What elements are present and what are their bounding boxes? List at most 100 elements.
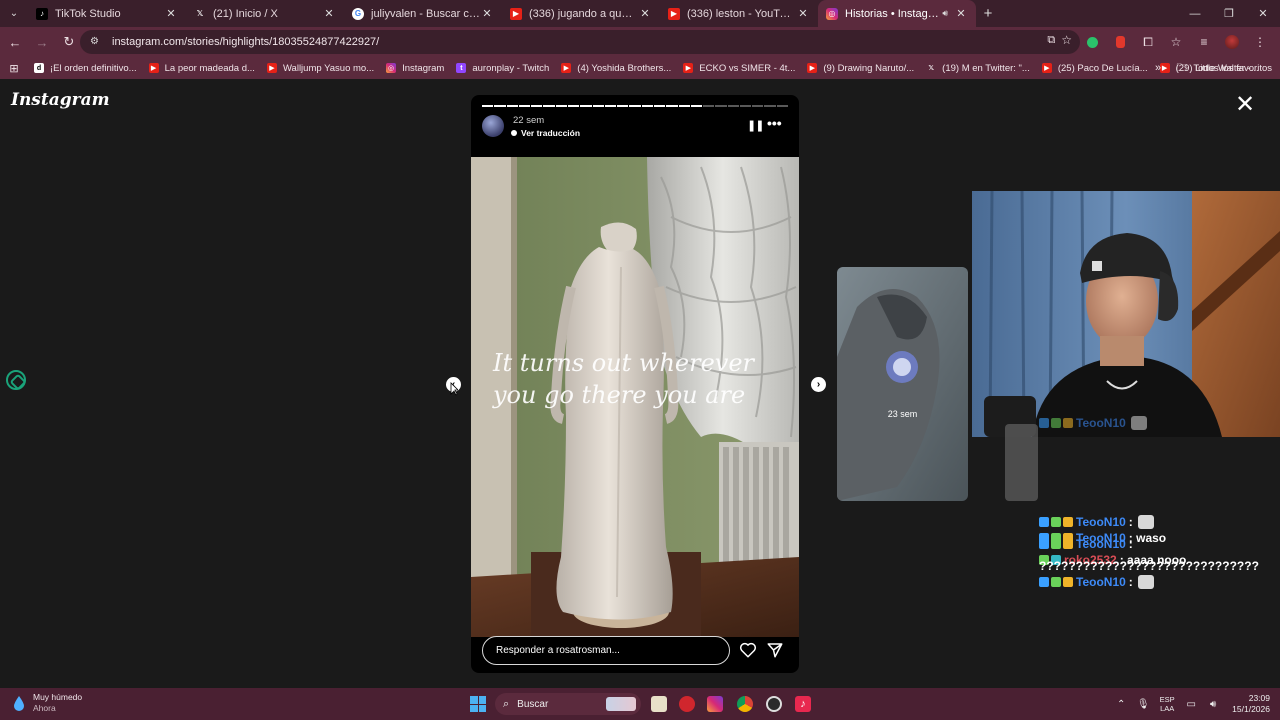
reading-list-icon[interactable]: ≡ bbox=[1192, 30, 1216, 54]
instagram-logo[interactable]: Instagram bbox=[11, 90, 110, 110]
search-icon: ⌕ bbox=[503, 697, 510, 710]
dog-emote-icon bbox=[1137, 515, 1154, 529]
next-story-thumbnail bbox=[837, 267, 968, 501]
bookmark-item[interactable]: 𝕏 (19) M en Twitter: "... bbox=[920, 57, 1036, 79]
like-heart-icon[interactable] bbox=[739, 641, 757, 659]
more-options-icon[interactable]: ••• bbox=[767, 115, 782, 131]
webcam-feed bbox=[972, 191, 1280, 437]
tab-youtube-1[interactable]: ▶ (336) jugando a que no te dueñ ✕ bbox=[502, 0, 660, 27]
site-info-icon[interactable]: ⚙ bbox=[90, 36, 102, 48]
see-translation-label: Ver traducción bbox=[521, 128, 581, 138]
bookmark-item[interactable]: d ¡El orden definitivo... bbox=[28, 57, 143, 79]
tab-label: (336) leston - YouTube bbox=[687, 7, 796, 20]
instagram-app-icon[interactable] bbox=[707, 696, 723, 712]
profile-avatar-icon[interactable] bbox=[1220, 30, 1244, 54]
close-tab-icon[interactable]: ✕ bbox=[322, 7, 336, 20]
tab-instagram-stories[interactable]: ◎ Historias • Instagram 🔊︎ ✕ bbox=[818, 0, 976, 27]
weather-widget[interactable]: Muy húmedo Ahora bbox=[12, 692, 82, 714]
back-icon[interactable]: ← bbox=[3, 30, 27, 54]
progress-segment bbox=[764, 105, 776, 107]
send-icon[interactable] bbox=[766, 641, 784, 659]
close-window-icon[interactable]: ✕ bbox=[1246, 0, 1280, 27]
progress-segment bbox=[776, 105, 789, 107]
story-header: 22 sem Ver traducción ❚❚ ••• bbox=[482, 115, 788, 143]
pause-icon[interactable]: ❚❚ bbox=[747, 119, 764, 132]
tab-youtube-2[interactable]: ▶ (336) leston - YouTube ✕ bbox=[660, 0, 818, 27]
close-tab-icon[interactable]: ✕ bbox=[954, 7, 968, 20]
bookmark-item[interactable]: ▶ (4) Yoshida Brothers... bbox=[555, 57, 677, 79]
bookmark-item[interactable]: ◎ Instagram bbox=[380, 57, 450, 79]
tiktok-app-icon[interactable]: ♪ bbox=[795, 696, 811, 712]
address-bar[interactable]: ⚙ instagram.com/stories/highlights/18035… bbox=[80, 30, 1080, 54]
progress-segment bbox=[715, 105, 727, 107]
minimize-icon[interactable]: — bbox=[1178, 0, 1212, 27]
language-indicator[interactable]: ESP LAA bbox=[1154, 695, 1180, 713]
bookmark-item[interactable]: ▶ (25) Paco De Lucía... bbox=[1036, 57, 1154, 79]
chat-message: TeooN10 : bbox=[1039, 515, 1154, 529]
progress-segment bbox=[494, 105, 506, 107]
apps-grid-icon[interactable]: ⊞ bbox=[0, 57, 28, 79]
bookmark-item[interactable]: ▶ Walljump Yasuo mo... bbox=[261, 57, 380, 79]
restore-icon[interactable]: ❐ bbox=[1212, 0, 1246, 27]
tab-search-button[interactable]: ⌄ bbox=[0, 0, 28, 27]
speaker-icon[interactable]: 🔊︎ bbox=[942, 8, 948, 19]
tab-google-search[interactable]: G juliyvalen - Buscar con Google ✕ bbox=[344, 0, 502, 27]
app-red-icon[interactable] bbox=[679, 696, 695, 712]
system-clock[interactable]: 23:09 15/1/2026 bbox=[1232, 693, 1270, 715]
tab-label: juliyvalen - Buscar con Google bbox=[371, 7, 480, 20]
assistant-extension-icon[interactable] bbox=[6, 370, 26, 390]
story-caption: It turns out wherever you go there you a… bbox=[493, 349, 755, 409]
progress-segment bbox=[604, 105, 617, 107]
taskbar-search[interactable]: ⌕ Buscar bbox=[495, 693, 641, 715]
file-explorer-icon[interactable] bbox=[651, 696, 667, 712]
close-tab-icon[interactable]: ✕ bbox=[796, 7, 810, 20]
tab-x-home[interactable]: 𝕏 (21) Inicio / X ✕ bbox=[186, 0, 344, 27]
tab-label: TikTok Studio bbox=[55, 7, 121, 20]
chat-text: : bbox=[1128, 537, 1133, 551]
cast-icon[interactable]: ⧉ bbox=[1047, 34, 1055, 47]
all-bookmarks-folder[interactable]: 🗀︎ Todos los favoritos bbox=[1176, 57, 1272, 79]
progress-segment bbox=[531, 105, 543, 107]
close-stories-icon[interactable]: ✕ bbox=[1235, 93, 1255, 117]
tab-tiktok-studio[interactable]: ♪ TikTok Studio ✕ bbox=[28, 0, 186, 27]
close-tab-icon[interactable]: ✕ bbox=[164, 7, 178, 20]
x-icon: 𝕏 bbox=[928, 65, 934, 72]
reload-icon[interactable]: ↻ bbox=[57, 30, 81, 54]
bookmark-item[interactable]: ▶ La peor madeada d... bbox=[143, 57, 261, 79]
keyboard-layout: LAA bbox=[1160, 704, 1175, 713]
next-story-preview[interactable]: 23 sem bbox=[837, 267, 968, 501]
bookmarks-icon[interactable]: ☆ bbox=[1164, 30, 1188, 54]
new-tab-button[interactable]: + bbox=[976, 5, 1000, 22]
chat-badges bbox=[1039, 517, 1073, 527]
bookmark-item[interactable]: t auronplay - Twitch bbox=[450, 57, 555, 79]
next-story-button[interactable]: › bbox=[811, 377, 826, 392]
bookmark-label: Walljump Yasuo mo... bbox=[282, 62, 375, 74]
windows-start-icon[interactable] bbox=[470, 696, 486, 712]
close-tab-icon[interactable]: ✕ bbox=[638, 7, 652, 20]
dog-emote-icon bbox=[1130, 416, 1147, 430]
story-author-avatar[interactable] bbox=[482, 115, 504, 137]
bookmark-star-icon[interactable]: ☆ bbox=[1061, 33, 1072, 47]
progress-segment bbox=[506, 105, 518, 107]
display-icon[interactable]: ▭ bbox=[1180, 699, 1202, 710]
chat-message-continuation: ?????????????????????????????? bbox=[1039, 559, 1259, 573]
extensions-puzzle-icon[interactable]: ⧠ bbox=[1136, 30, 1160, 54]
bookmark-item[interactable]: ▶ (9) Drawing Naruto/... bbox=[801, 57, 920, 79]
windows-taskbar: Muy húmedo Ahora ⌕ Buscar ♪ ⌃ 🎙︎ ESP LAA… bbox=[0, 688, 1280, 720]
chrome-icon[interactable] bbox=[737, 696, 753, 712]
extension-green-icon[interactable] bbox=[1080, 30, 1104, 54]
volume-icon[interactable]: 🔊︎ bbox=[1202, 699, 1224, 710]
browser-menu-icon[interactable]: ⋮ bbox=[1248, 30, 1272, 54]
microphone-icon[interactable]: 🎙︎ bbox=[1132, 699, 1154, 710]
obs-icon[interactable] bbox=[766, 696, 782, 712]
progress-segment bbox=[482, 105, 494, 107]
forward-icon[interactable]: → bbox=[30, 30, 54, 54]
close-tab-icon[interactable]: ✕ bbox=[480, 7, 494, 20]
reply-input[interactable]: Responder a rosatrosman... bbox=[482, 636, 730, 665]
progress-segment bbox=[678, 105, 690, 107]
bookmark-item[interactable]: ▶ ECKO vs SIMER - 4t... bbox=[677, 57, 801, 79]
extension-red-icon[interactable] bbox=[1108, 30, 1132, 54]
chevron-right-icon[interactable]: » bbox=[1155, 57, 1161, 79]
see-translation-link[interactable]: Ver traducción bbox=[511, 128, 580, 138]
chevron-up-icon[interactable]: ⌃ bbox=[1110, 699, 1132, 710]
